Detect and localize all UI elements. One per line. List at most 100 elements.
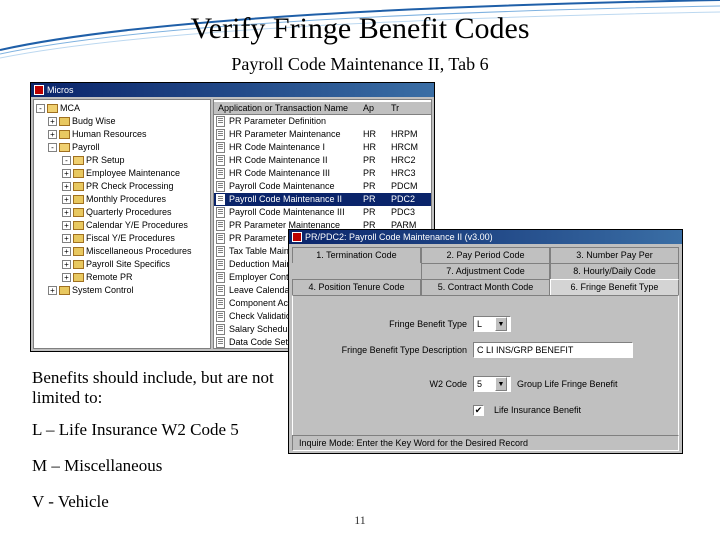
document-icon — [216, 129, 225, 140]
tree-item-label: System Control — [72, 284, 134, 297]
app-list-item[interactable]: PR Parameter Definition — [214, 115, 431, 128]
tree-item[interactable]: + Quarterly Procedures — [34, 206, 210, 219]
tree-item[interactable]: + Budg Wise — [34, 115, 210, 128]
collapse-icon[interactable]: - — [62, 156, 71, 165]
main-titlebar[interactable]: Micros — [31, 83, 434, 97]
document-icon — [216, 116, 225, 127]
tab-number-pay-per[interactable]: 3. Number Pay Per — [550, 247, 679, 263]
fringe-desc-label: Fringe Benefit Type Description — [317, 345, 467, 355]
expand-icon[interactable]: + — [62, 169, 71, 178]
tree-item-label: Budg Wise — [72, 115, 116, 128]
life-insurance-label: Life Insurance Benefit — [494, 405, 581, 415]
app-ap: PR — [363, 154, 389, 167]
tree-item[interactable]: +Human Resources — [34, 128, 210, 141]
body-line-l: L – Life Insurance W2 Code 5 — [32, 420, 239, 440]
tree-item-label: Payroll Site Specifics — [86, 258, 170, 271]
tree-item[interactable]: +Miscellaneous Procedures — [34, 245, 210, 258]
collapse-icon[interactable]: - — [36, 104, 45, 113]
app-name: HR Code Maintenance II — [227, 154, 361, 167]
tab-hourly-daily-code[interactable]: 8. Hourly/Daily Code — [550, 263, 679, 279]
expand-icon[interactable]: + — [62, 260, 71, 269]
app-list-item[interactable]: HR Code Maintenance IIIPRHRC3 — [214, 167, 431, 180]
expand-icon[interactable]: + — [62, 273, 71, 282]
tree-item-label: Calendar Y/E Procedures — [86, 219, 188, 232]
folder-icon — [73, 156, 84, 165]
tree-item[interactable]: + Remote PR — [34, 271, 210, 284]
tabs-row-1: 1. Termination Code 2. Pay Period Code 3… — [289, 244, 682, 263]
expand-icon[interactable]: + — [62, 195, 71, 204]
tree-item[interactable]: + System Control — [34, 284, 210, 297]
tree-item[interactable]: + Payroll Site Specifics — [34, 258, 210, 271]
app-list-item[interactable]: Payroll Code Maintenance IIIPRPDC3 — [214, 206, 431, 219]
document-icon — [216, 259, 225, 270]
body-line-v: V - Vehicle — [32, 492, 109, 512]
tree-item[interactable]: - Payroll — [34, 141, 210, 154]
fringe-desc-input[interactable]: C LI INS/GRP BENEFIT — [473, 342, 633, 358]
tree-item-label: Remote PR — [86, 271, 133, 284]
app-list-item[interactable]: Payroll Code MaintenancePRPDCM — [214, 180, 431, 193]
col-tr: Tr — [391, 102, 431, 115]
app-name: HR Code Maintenance I — [227, 141, 361, 154]
folder-icon — [73, 195, 84, 204]
tree-item-label: Payroll — [72, 141, 100, 154]
nav-tree[interactable]: -MCA+Budg Wise+Human Resources-Payroll-P… — [33, 99, 211, 349]
folder-icon — [59, 117, 70, 126]
w2-code-desc: Group Life Fringe Benefit — [517, 379, 618, 389]
document-icon — [216, 272, 225, 283]
status-text: Inquire Mode: Enter the Key Word for the… — [299, 438, 528, 448]
body-line-m: M – Miscellaneous — [32, 456, 162, 476]
expand-icon[interactable]: + — [62, 234, 71, 243]
document-icon — [216, 194, 225, 205]
life-insurance-checkbox[interactable]: ✔ — [473, 405, 484, 416]
tree-item[interactable]: +Employee Maintenance — [34, 167, 210, 180]
popup-titlebar[interactable]: PR/PDC2: Payroll Code Maintenance II (v3… — [289, 230, 682, 244]
expand-icon[interactable]: + — [62, 208, 71, 217]
tree-item-label: Quarterly Procedures — [86, 206, 172, 219]
tree-item[interactable]: +Fiscal Y/E Procedures — [34, 232, 210, 245]
expand-icon[interactable]: + — [48, 130, 57, 139]
expand-icon[interactable]: + — [62, 247, 71, 256]
fringe-type-combo[interactable]: L ▼ — [473, 316, 511, 332]
app-name: Payroll Code Maintenance III — [227, 206, 361, 219]
chevron-down-icon[interactable]: ▼ — [495, 377, 507, 391]
app-list-item[interactable]: HR Code Maintenance IIPRHRC2 — [214, 154, 431, 167]
chevron-down-icon[interactable]: ▼ — [495, 317, 507, 331]
expand-icon[interactable]: + — [48, 286, 57, 295]
tab-adjustment-code[interactable]: 7. Adjustment Code — [421, 263, 550, 279]
document-icon — [216, 181, 225, 192]
expand-icon[interactable]: + — [48, 117, 57, 126]
document-icon — [216, 337, 225, 348]
document-icon — [216, 285, 225, 296]
tree-item[interactable]: - MCA — [34, 102, 210, 115]
tree-item-label: PR Check Processing — [86, 180, 174, 193]
popup-window-title: PR/PDC2: Payroll Code Maintenance II (v3… — [305, 230, 493, 244]
tree-item[interactable]: +Monthly Procedures — [34, 193, 210, 206]
expand-icon[interactable]: + — [62, 221, 71, 230]
tab-fringe-benefit-type[interactable]: 6. Fringe Benefit Type — [550, 279, 679, 295]
system-icon — [34, 85, 44, 95]
app-list-item[interactable]: Payroll Code Maintenance IIPRPDC2 — [214, 193, 431, 206]
tab-termination-code[interactable]: 1. Termination Code — [292, 247, 421, 263]
tab-contract-month[interactable]: 5. Contract Month Code — [421, 279, 550, 295]
tree-item[interactable]: + Calendar Y/E Procedures — [34, 219, 210, 232]
tab-position-tenure[interactable]: 4. Position Tenure Code — [292, 279, 421, 295]
app-list-item[interactable]: HR Code Maintenance IHRHRCM — [214, 141, 431, 154]
system-icon — [292, 232, 302, 242]
col-ap: Ap — [363, 102, 389, 115]
folder-icon — [73, 169, 84, 178]
collapse-icon[interactable]: - — [48, 143, 57, 152]
document-icon — [216, 155, 225, 166]
folder-icon — [59, 286, 70, 295]
tree-item-label: MCA — [60, 102, 80, 115]
tree-item[interactable]: -PR Setup — [34, 154, 210, 167]
expand-icon[interactable]: + — [62, 182, 71, 191]
folder-icon — [73, 182, 84, 191]
document-icon — [216, 298, 225, 309]
slide-title: Verify Fringe Benefit Codes — [0, 12, 720, 46]
document-icon — [216, 233, 225, 244]
tree-item[interactable]: + PR Check Processing — [34, 180, 210, 193]
app-tr: PDC3 — [391, 206, 431, 219]
w2-code-combo[interactable]: 5 ▼ — [473, 376, 511, 392]
app-list-item[interactable]: HR Parameter MaintenanceHRHRPM — [214, 128, 431, 141]
tab-pay-period-code[interactable]: 2. Pay Period Code — [421, 247, 550, 263]
